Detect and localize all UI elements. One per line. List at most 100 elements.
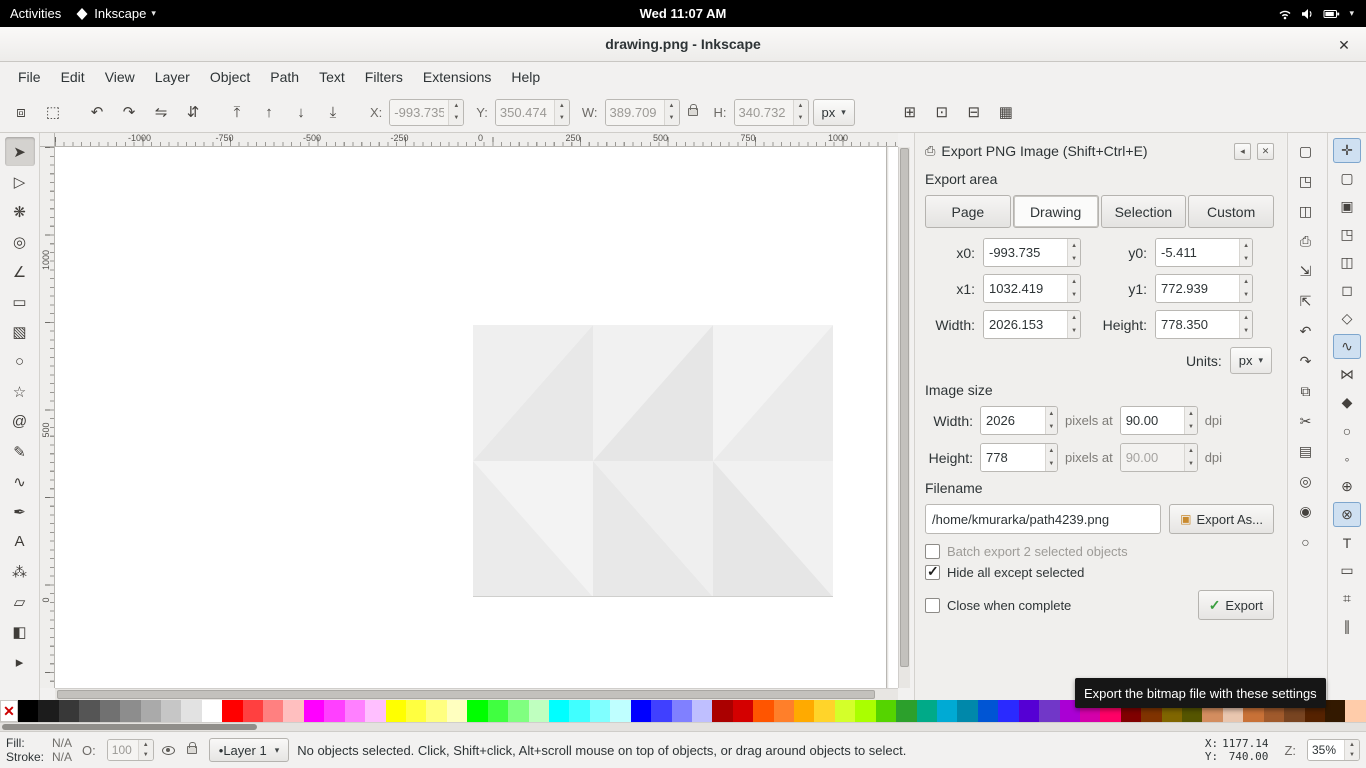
palette-swatch[interactable] bbox=[202, 700, 222, 722]
spin-down-icon[interactable]: ▼ bbox=[1046, 458, 1057, 472]
snap-smooth-node-icon[interactable]: ○ bbox=[1333, 418, 1361, 443]
snap-grid-icon[interactable]: ⌗ bbox=[1333, 586, 1361, 611]
palette-swatch[interactable] bbox=[733, 700, 753, 722]
transform-stroke-icon[interactable]: ⊞ bbox=[895, 97, 925, 127]
app-menu-button[interactable]: Inkscape ▾ bbox=[75, 6, 156, 21]
palette-swatch[interactable] bbox=[937, 700, 957, 722]
export-icon[interactable]: ⇱ bbox=[1292, 288, 1320, 315]
window-close-button[interactable]: ✕ bbox=[1334, 35, 1354, 55]
cut-icon[interactable]: ✂ bbox=[1292, 408, 1320, 435]
canvas-viewport[interactable] bbox=[55, 147, 898, 688]
raise-icon[interactable]: ↑ bbox=[254, 97, 284, 127]
palette-swatch[interactable] bbox=[161, 700, 181, 722]
transform-corners-icon[interactable]: ⊡ bbox=[927, 97, 957, 127]
bucket-tool[interactable]: ◧ bbox=[5, 617, 35, 646]
snap-bbox-corner-icon[interactable]: ◳ bbox=[1333, 222, 1361, 247]
lock-ratio-icon[interactable] bbox=[688, 108, 698, 116]
horizontal-scrollbar[interactable] bbox=[55, 688, 898, 700]
calligraphy-tool[interactable]: ✒ bbox=[5, 497, 35, 526]
open-document-icon[interactable]: ◳ bbox=[1292, 168, 1320, 195]
spin-down-icon[interactable]: ▼ bbox=[1345, 750, 1359, 760]
window-titlebar[interactable]: drawing.png - Inkscape ✕ bbox=[0, 27, 1366, 62]
layer-visibility-icon[interactable] bbox=[162, 746, 175, 755]
tweak-tool[interactable]: ❋ bbox=[5, 197, 35, 226]
palette-swatch[interactable] bbox=[18, 700, 38, 722]
palette-swatch[interactable] bbox=[549, 700, 569, 722]
palette-swatch[interactable] bbox=[345, 700, 365, 722]
paste-icon[interactable]: ▤ bbox=[1292, 438, 1320, 465]
more-tools[interactable]: ▸ bbox=[5, 647, 35, 676]
palette-swatch[interactable] bbox=[365, 700, 385, 722]
palette-swatch[interactable] bbox=[426, 700, 446, 722]
layer-lock-icon[interactable] bbox=[187, 746, 197, 754]
spin-down-icon[interactable]: ▼ bbox=[1068, 289, 1080, 303]
palette-swatch[interactable] bbox=[243, 700, 263, 722]
x0-field[interactable]: ▲▼ bbox=[983, 238, 1081, 267]
menu-text[interactable]: Text bbox=[309, 64, 355, 90]
spin-down-icon[interactable]: ▼ bbox=[1240, 325, 1252, 339]
menu-file[interactable]: File bbox=[8, 64, 51, 90]
import-icon[interactable]: ⇲ bbox=[1292, 258, 1320, 285]
snap-bbox-center-icon[interactable]: ◻ bbox=[1333, 278, 1361, 303]
palette-swatch[interactable] bbox=[324, 700, 344, 722]
deselect-icon[interactable]: ⬚ bbox=[38, 97, 68, 127]
palette-swatch[interactable] bbox=[753, 700, 773, 722]
raise-to-top-icon[interactable]: ⤒ bbox=[222, 97, 252, 127]
palette-swatch[interactable] bbox=[896, 700, 916, 722]
bezier-tool[interactable]: ∿ bbox=[5, 467, 35, 496]
dock-iconify-button[interactable]: ◂ bbox=[1234, 143, 1251, 160]
palette-swatch[interactable] bbox=[100, 700, 120, 722]
snap-path-icon[interactable]: ∿ bbox=[1333, 334, 1361, 359]
undo-icon[interactable]: ↶ bbox=[1292, 318, 1320, 345]
palette-swatch[interactable] bbox=[998, 700, 1018, 722]
system-status-area[interactable]: ▾ bbox=[1278, 8, 1366, 20]
menu-filters[interactable]: Filters bbox=[355, 64, 413, 90]
palette-swatch[interactable] bbox=[794, 700, 814, 722]
horizontal-ruler[interactable]: -1000-750-500-25002505007501000 bbox=[55, 133, 898, 147]
activities-button[interactable]: Activities bbox=[10, 6, 61, 21]
palette-swatch[interactable] bbox=[529, 700, 549, 722]
spin-up-icon[interactable]: ▲ bbox=[1240, 275, 1252, 289]
palette-swatch[interactable] bbox=[263, 700, 283, 722]
spin-up-icon[interactable]: ▲ bbox=[1068, 311, 1080, 325]
zoom-page-icon[interactable]: ○ bbox=[1292, 528, 1320, 555]
units-dropdown[interactable]: px▾ bbox=[1230, 347, 1272, 374]
y0-field[interactable]: ▲▼ bbox=[1155, 238, 1253, 267]
spin-up-icon[interactable]: ▲ bbox=[1046, 444, 1057, 458]
vertical-scrollbar[interactable] bbox=[898, 147, 910, 688]
spin-up-icon[interactable]: ▲ bbox=[1240, 239, 1252, 253]
redo-icon[interactable]: ↷ bbox=[1292, 348, 1320, 375]
snap-object-center-icon[interactable]: ⊕ bbox=[1333, 474, 1361, 499]
clock[interactable]: Wed 11:07 AM bbox=[640, 6, 727, 21]
palette-swatch[interactable] bbox=[79, 700, 99, 722]
snap-midpoint-icon[interactable]: ◦ bbox=[1333, 446, 1361, 471]
flip-horizontal-icon[interactable]: ⇋ bbox=[146, 97, 176, 127]
image-height-field[interactable]: ▲▼ bbox=[980, 443, 1058, 472]
snap-intersection-icon[interactable]: ⋈ bbox=[1333, 362, 1361, 387]
snap-guide-icon[interactable]: ∥ bbox=[1333, 614, 1361, 639]
spin-down-icon[interactable]: ▼ bbox=[1240, 253, 1252, 267]
menu-help[interactable]: Help bbox=[501, 64, 550, 90]
no-color-swatch[interactable]: ✕ bbox=[0, 700, 18, 722]
palette-swatch[interactable] bbox=[59, 700, 79, 722]
menu-extensions[interactable]: Extensions bbox=[413, 64, 501, 90]
menu-edit[interactable]: Edit bbox=[51, 64, 95, 90]
batch-export-checkbox[interactable] bbox=[925, 544, 940, 559]
vertical-scrollbar-thumb[interactable] bbox=[900, 148, 909, 667]
palette-swatch[interactable] bbox=[141, 700, 161, 722]
palette-swatch[interactable] bbox=[1345, 700, 1365, 722]
export-area-custom-button[interactable]: Custom bbox=[1188, 195, 1274, 228]
snap-bbox-edge-icon[interactable]: ▣ bbox=[1333, 194, 1361, 219]
palette-swatch[interactable] bbox=[774, 700, 794, 722]
palette-swatch[interactable] bbox=[692, 700, 712, 722]
palette-swatch[interactable] bbox=[1325, 700, 1345, 722]
flip-vertical-icon[interactable]: ⇵ bbox=[178, 97, 208, 127]
menu-layer[interactable]: Layer bbox=[145, 64, 200, 90]
palette-swatch[interactable] bbox=[876, 700, 896, 722]
current-layer-dropdown[interactable]: •Layer 1▾ bbox=[209, 738, 289, 762]
palette-swatch[interactable] bbox=[814, 700, 834, 722]
export-area-selection-button[interactable]: Selection bbox=[1101, 195, 1187, 228]
transform-gradient-icon[interactable]: ⊟ bbox=[959, 97, 989, 127]
zoom-selection-icon[interactable]: ◎ bbox=[1292, 468, 1320, 495]
select-all-icon[interactable]: ⧈ bbox=[6, 97, 36, 127]
